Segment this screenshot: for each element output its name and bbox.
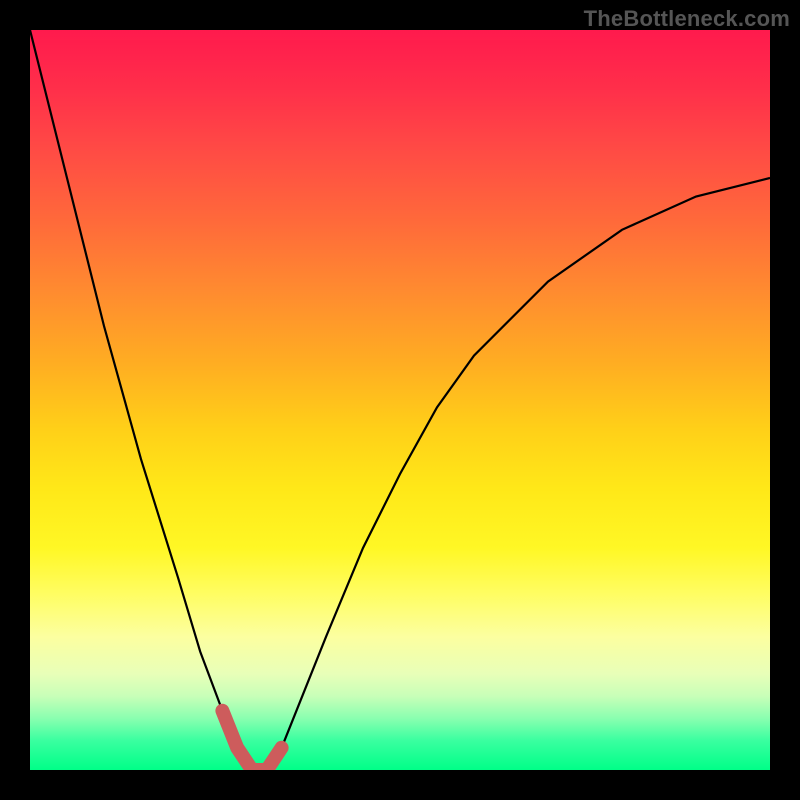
watermark-text: TheBottleneck.com <box>584 6 790 32</box>
flat-region-overlay <box>222 711 281 770</box>
bottleneck-curve <box>30 30 770 770</box>
plot-area <box>30 30 770 770</box>
chart-svg <box>30 30 770 770</box>
chart-frame: TheBottleneck.com <box>0 0 800 800</box>
